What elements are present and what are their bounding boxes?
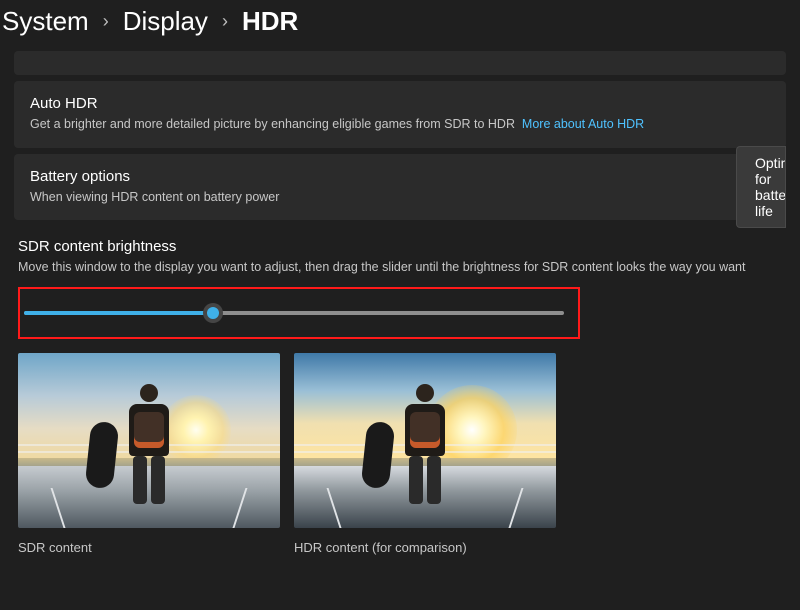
sdr-slider-highlight (18, 287, 580, 339)
breadcrumb: System › Display › HDR (0, 0, 800, 51)
comparison-images: SDR content HDR content (18, 353, 782, 555)
slider-fill (24, 311, 213, 315)
sdr-title: SDR content brightness (18, 238, 782, 255)
battery-title: Battery options (30, 168, 770, 185)
chevron-right-icon: › (222, 11, 228, 32)
panel-auto-hdr[interactable]: Auto HDR Get a brighter and more detaile… (14, 81, 786, 148)
sdr-brightness-slider[interactable] (24, 303, 564, 323)
breadcrumb-hdr: HDR (242, 6, 298, 37)
breadcrumb-system[interactable]: System (2, 6, 89, 37)
auto-hdr-more-link[interactable]: More about Auto HDR (522, 117, 644, 131)
chevron-right-icon: › (103, 11, 109, 32)
panel-sdr-brightness: SDR content brightness Move this window … (14, 226, 786, 567)
sdr-preview-image (18, 353, 280, 528)
hdr-caption: HDR content (for comparison) (294, 540, 556, 555)
sdr-desc: Move this window to the display you want… (18, 259, 782, 277)
sdr-caption: SDR content (18, 540, 280, 555)
auto-hdr-desc: Get a brighter and more detailed picture… (30, 116, 770, 134)
auto-hdr-desc-text: Get a brighter and more detailed picture… (30, 117, 515, 131)
battery-desc: When viewing HDR content on battery powe… (30, 189, 770, 207)
slider-thumb[interactable] (203, 303, 223, 323)
auto-hdr-title: Auto HDR (30, 95, 770, 112)
panel-cutoff (14, 51, 786, 75)
battery-optimize-dropdown[interactable]: Optimize for battery life (736, 146, 786, 228)
breadcrumb-display[interactable]: Display (123, 6, 208, 37)
panel-battery-options[interactable]: Battery options When viewing HDR content… (14, 154, 786, 221)
hdr-preview-image (294, 353, 556, 528)
